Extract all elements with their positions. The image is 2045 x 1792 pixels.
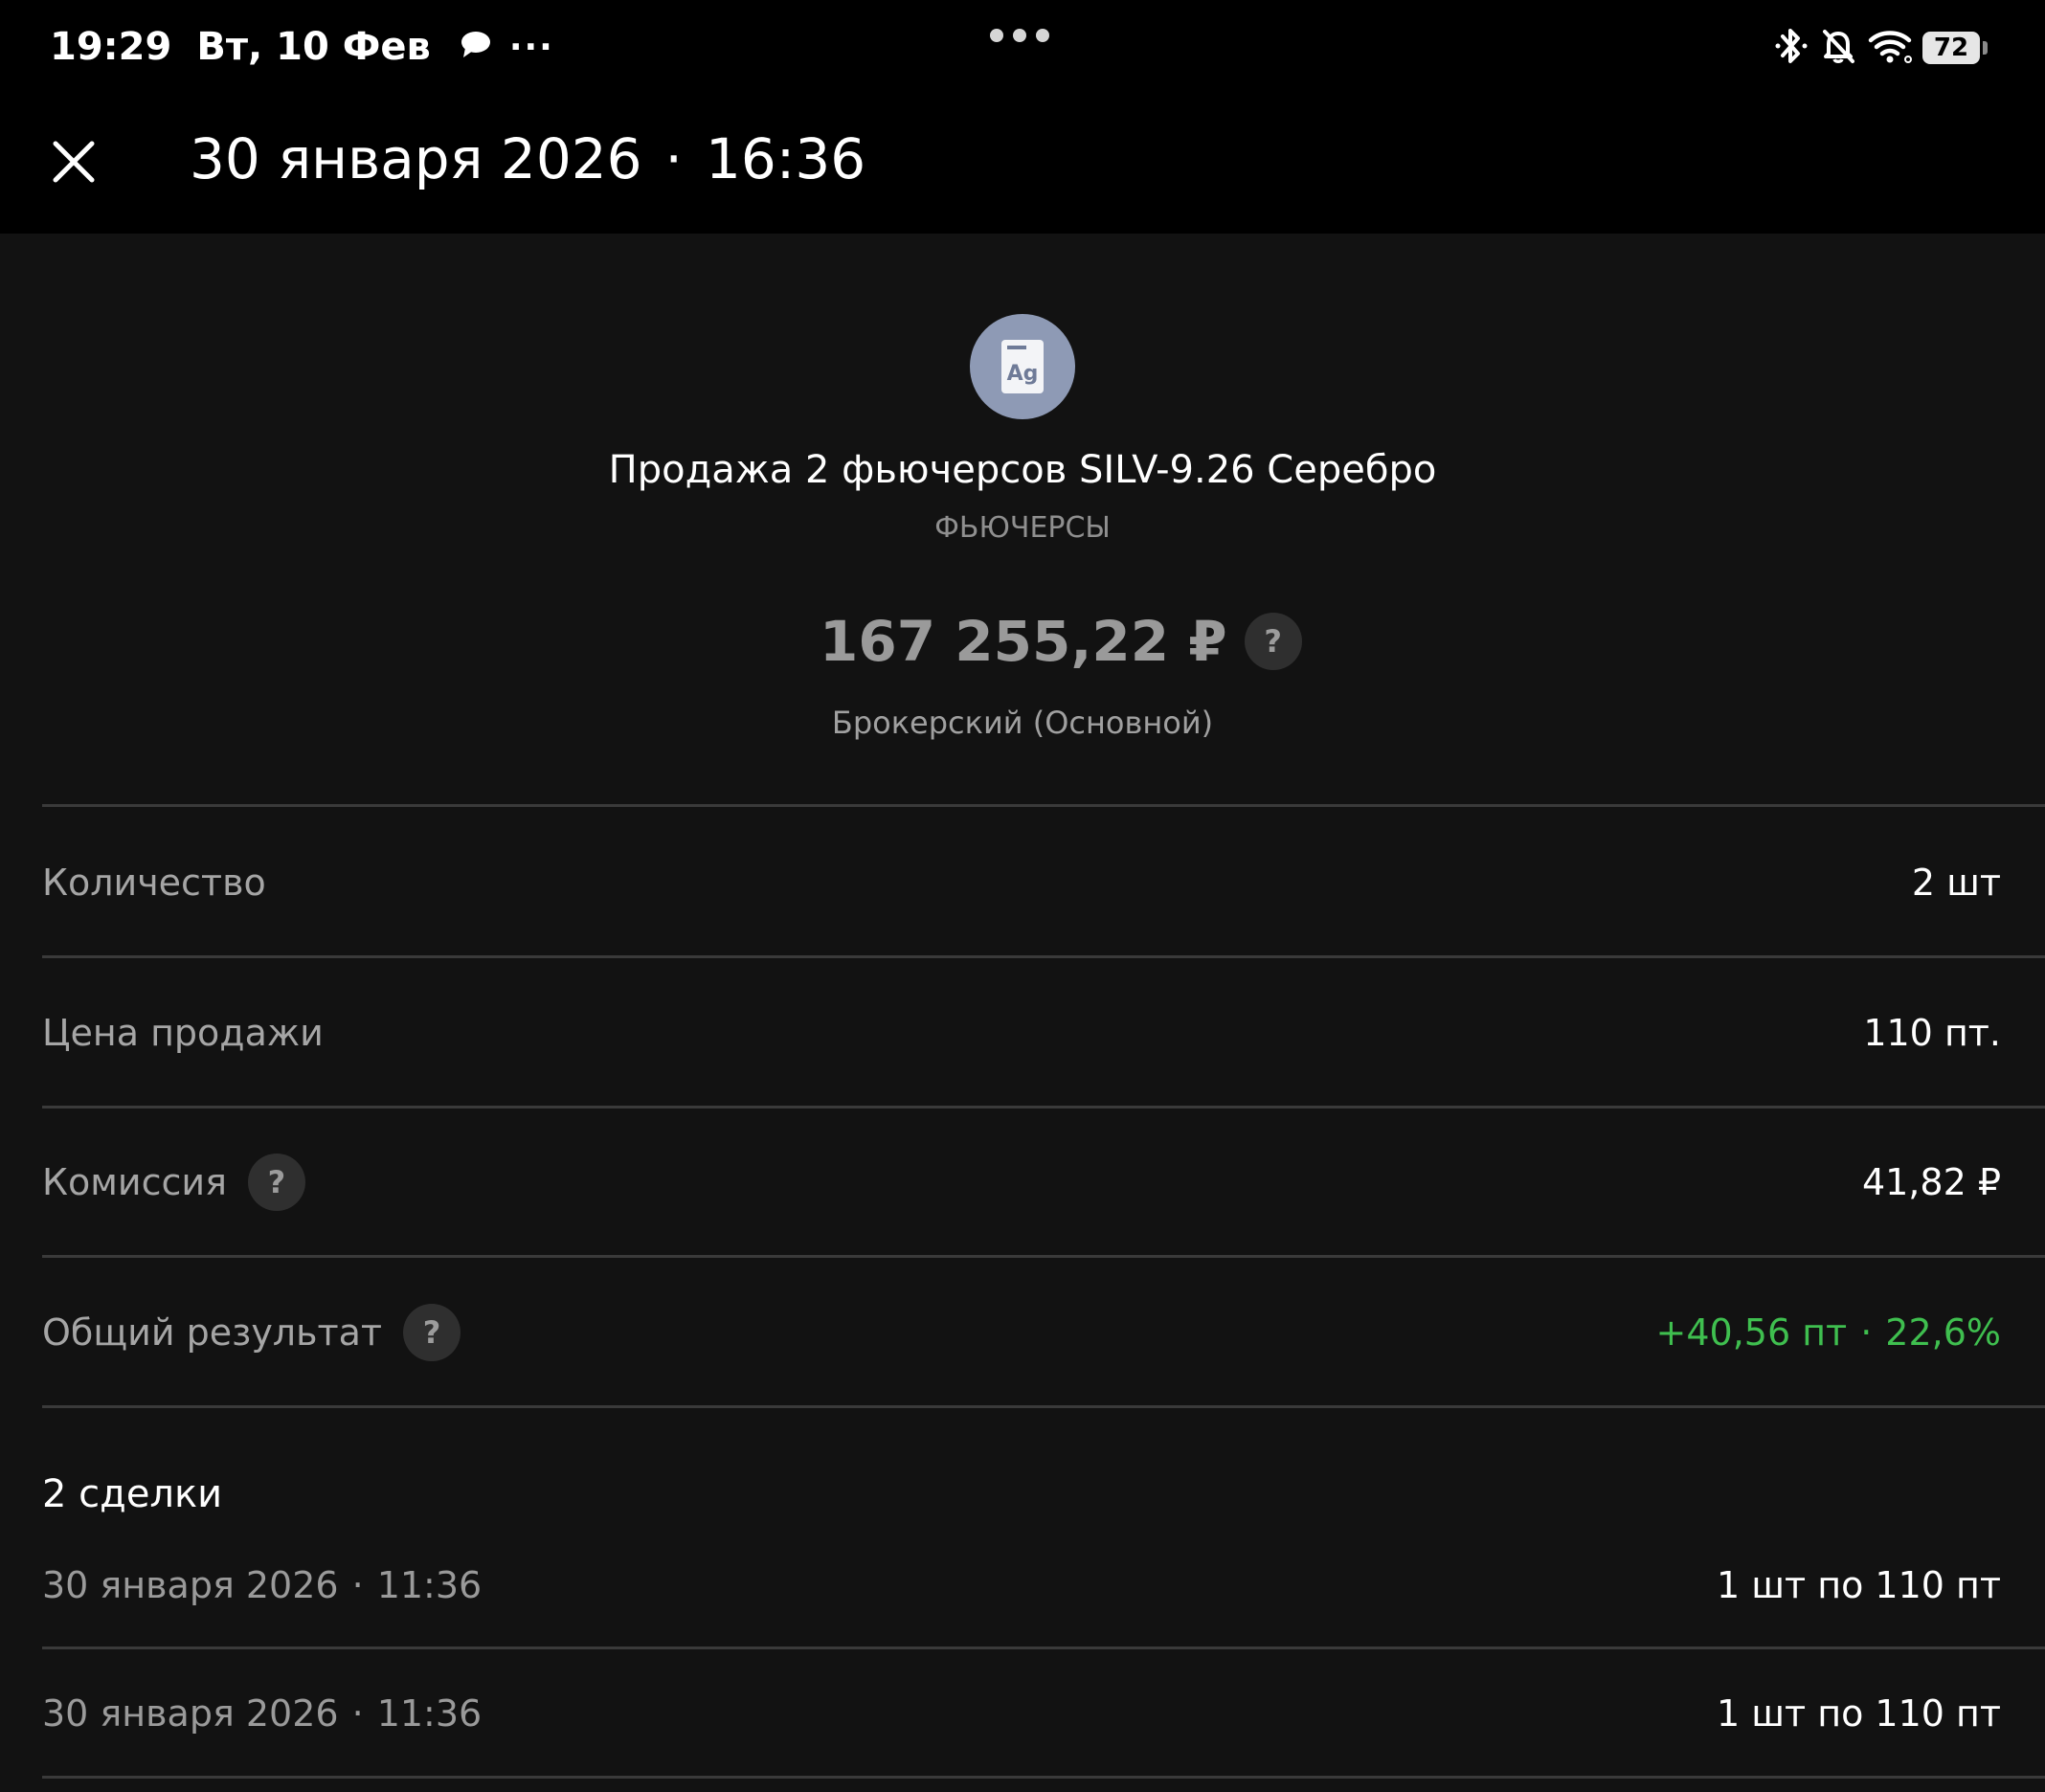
- detail-label: Количество: [42, 862, 266, 904]
- status-time: 19:29: [50, 25, 172, 69]
- result-separator: ·: [1860, 1311, 1873, 1354]
- result-points: +40,56 пт: [1655, 1311, 1848, 1354]
- result-value: +40,56 пт · 22,6%: [1656, 1311, 2002, 1354]
- detail-row-commission: Комиссия ? 41,82 ₽: [42, 1144, 2001, 1221]
- detail-label: Комиссия: [42, 1161, 227, 1203]
- close-icon: [52, 140, 96, 188]
- deal-time: 11:36: [376, 1692, 483, 1735]
- app-header: 30 января 2026 · 16:36: [0, 96, 2045, 234]
- detail-label: Общий результат: [42, 1311, 383, 1354]
- deal-separator: ·: [351, 1564, 364, 1606]
- commission-help-button[interactable]: ?: [247, 1154, 305, 1211]
- close-button[interactable]: [44, 134, 103, 193]
- window-handle-icon[interactable]: [990, 29, 1049, 42]
- page-title: 30 января 2026 · 16:36: [190, 126, 865, 191]
- detail-label: Цена продажи: [42, 1012, 324, 1054]
- divider: [42, 1255, 2045, 1258]
- deal-date: 30 января 2026: [42, 1692, 339, 1735]
- result-percent: 22,6%: [1885, 1311, 2001, 1354]
- message-icon: [460, 25, 492, 69]
- bell-off-icon: [1819, 27, 1857, 69]
- detail-row-price: Цена продажи 110 пт.: [42, 995, 2001, 1071]
- battery-icon: 72: [1922, 32, 1988, 64]
- status-left: 19:29 Вт, 10 Фев ···: [50, 25, 554, 69]
- status-overflow: ···: [508, 27, 554, 67]
- operation-amount: 167 255,22 ₽: [820, 609, 1227, 674]
- status-right: 72: [1773, 27, 1988, 69]
- deal-time: 11:36: [376, 1564, 483, 1606]
- divider: [42, 955, 2045, 958]
- divider: [42, 1405, 2045, 1408]
- detail-value: 110 пт.: [1863, 1012, 2001, 1054]
- operation-amount-wrap: 167 255,22 ₽ ?: [820, 609, 1302, 674]
- result-help-button[interactable]: ?: [403, 1304, 461, 1361]
- deals-title: 2 сделки: [42, 1472, 223, 1516]
- wifi-icon: [1867, 28, 1913, 68]
- bluetooth-icon: [1773, 27, 1809, 69]
- divider: [42, 804, 2045, 807]
- instrument-icon: Ag: [970, 314, 1075, 419]
- deal-datetime: 30 января 2026 · 11:36: [42, 1564, 482, 1606]
- deal-quantity: 1 шт по 110 пт: [1716, 1564, 2001, 1606]
- detail-row-result: Общий результат ? +40,56 пт · 22,6%: [42, 1294, 2001, 1371]
- divider: [42, 1646, 2045, 1649]
- account-name: Брокерский (Основной): [831, 705, 1214, 741]
- status-date: Вт, 10 Фев: [196, 25, 431, 69]
- deal-row[interactable]: 30 января 2026 · 11:36 1 шт по 110 пт: [42, 1680, 2001, 1747]
- divider: [42, 1776, 2045, 1779]
- status-bar: 19:29 Вт, 10 Фев ··· 72: [0, 0, 2045, 96]
- deal-row[interactable]: 30 января 2026 · 11:36 1 шт по 110 пт: [42, 1552, 2001, 1619]
- operation-category: ФЬЮЧЕРСЫ: [934, 511, 1111, 545]
- header-separator: ·: [664, 126, 683, 191]
- detail-row-quantity: Количество 2 шт: [42, 844, 2001, 921]
- divider: [42, 1106, 2045, 1109]
- header-time: 16:36: [705, 126, 866, 191]
- silver-card-icon: Ag: [1001, 340, 1044, 393]
- deal-separator: ·: [351, 1692, 364, 1735]
- operation-title: Продажа 2 фьючерсов SILV-9.26 Серебро: [608, 448, 1437, 492]
- header-date: 30 января 2026: [190, 126, 642, 191]
- detail-value: 41,82 ₽: [1861, 1161, 2001, 1203]
- deal-quantity: 1 шт по 110 пт: [1716, 1692, 2001, 1735]
- deal-date: 30 января 2026: [42, 1564, 339, 1606]
- amount-help-button[interactable]: ?: [1244, 613, 1302, 670]
- deal-datetime: 30 января 2026 · 11:36: [42, 1692, 482, 1735]
- detail-value: 2 шт: [1911, 862, 2001, 904]
